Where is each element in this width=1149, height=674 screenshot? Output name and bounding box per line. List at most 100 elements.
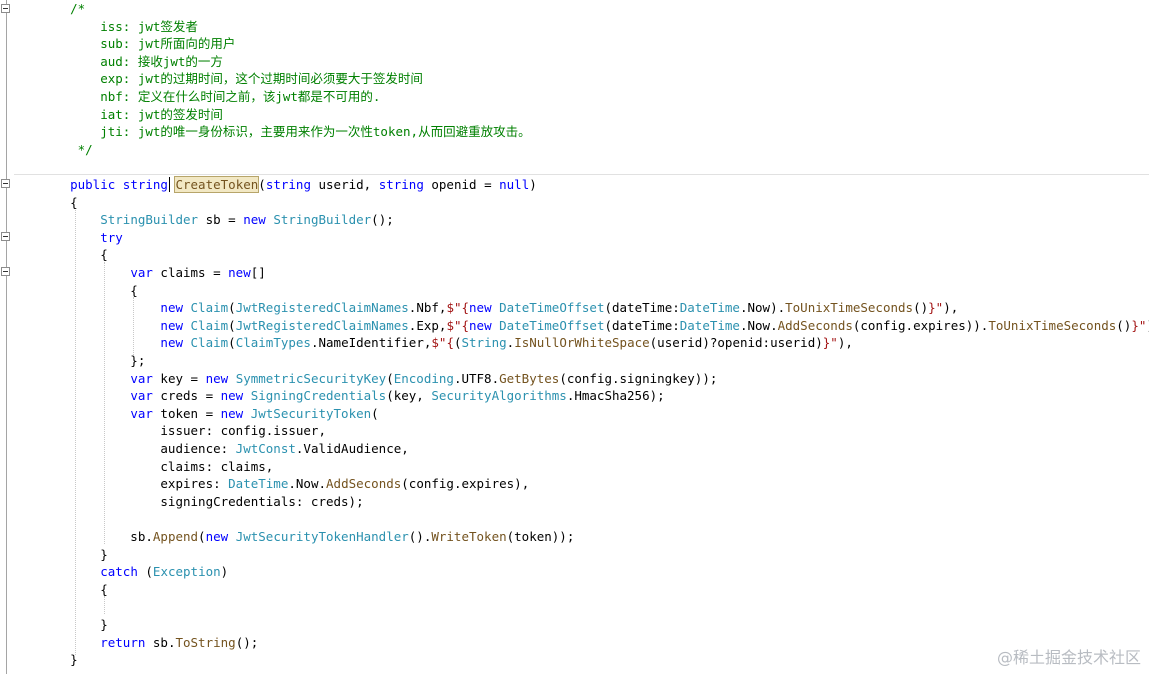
code-token: /* [40, 1, 86, 16]
code-token: string [122, 177, 168, 192]
watermark: @稀土掘金技术社区 [996, 648, 1141, 667]
code-line[interactable]: return sb.ToString(); [40, 634, 258, 652]
code-line[interactable]: { [40, 246, 108, 264]
fold-toggle-method[interactable] [1, 179, 10, 188]
code-line[interactable]: sub: jwt所面向的用户 [40, 35, 235, 53]
outline-gutter [0, 0, 14, 674]
code-token: claims: claims, [40, 458, 274, 474]
code-token: JwtRegisteredClaimNames [235, 300, 409, 316]
method-separator [14, 174, 1149, 175]
code-token: Encoding [393, 370, 454, 386]
code-token: expires: [40, 476, 229, 492]
code-line[interactable]: { [40, 194, 78, 212]
code-line[interactable]: var claims = new[] [40, 264, 265, 282]
code-token: (dateTime: [604, 300, 680, 316]
code-line[interactable]: } [40, 616, 108, 634]
code-token: ) [529, 177, 537, 192]
code-token: ToUnixTimeSeconds [785, 300, 914, 316]
collapse-line [6, 0, 7, 674]
code-line[interactable]: }; [40, 352, 145, 370]
code-token: StringBuilder [100, 212, 199, 228]
code-line[interactable]: iss: jwt签发者 [40, 18, 198, 36]
code-token: ( [371, 405, 379, 421]
code-token: $"{ [431, 335, 454, 351]
code-token: $"{ [446, 317, 470, 333]
code-token: new [228, 265, 251, 280]
code-token: openid = [423, 177, 500, 192]
code-line[interactable]: expires: DateTime.Now.AddSeconds(config.… [40, 475, 529, 493]
code-line[interactable]: signingCredentials: creds); [40, 493, 363, 511]
code-token: }" [822, 335, 838, 351]
code-line[interactable]: { [40, 282, 138, 300]
code-token: iss: jwt签发者 [40, 18, 198, 34]
code-editor[interactable]: /* iss: jwt签发者 sub: jwt所面向的用户 aud: 接收jwt… [0, 0, 1149, 674]
code-line[interactable]: exp: jwt的过期时间，这个过期时间必须要大于签发时间 [40, 70, 423, 88]
code-line[interactable]: catch (Exception) [40, 563, 228, 581]
code-token: .Now. [288, 476, 327, 492]
code-line[interactable]: new Claim(JwtRegisteredClaimNames.Exp,$"… [40, 317, 1149, 335]
code-token: aud: 接收jwt的一方 [40, 53, 223, 69]
code-line[interactable]: } [40, 651, 78, 669]
code-token: null [499, 177, 530, 192]
code-token: return [100, 634, 146, 650]
code-token: sb = [198, 212, 244, 228]
code-token: new [220, 388, 244, 404]
code-token: JwtRegisteredClaimNames [235, 317, 409, 333]
code-token: Claim [190, 317, 229, 333]
code-line[interactable]: } [40, 546, 108, 564]
code-line[interactable]: aud: 接收jwt的一方 [40, 53, 223, 71]
code-line[interactable]: nbf: 定义在什么时间之前，该jwt都是不可用的. [40, 88, 380, 106]
code-line[interactable]: audience: JwtConst.ValidAudience, [40, 440, 409, 458]
code-token: SigningCredentials [250, 388, 387, 404]
code-token: } [40, 652, 78, 668]
code-line[interactable]: jti: jwt的唯一身份标识，主要用来作为一次性token,从而回避重放攻击。 [40, 123, 530, 141]
code-token: }" [1131, 317, 1147, 333]
code-token: .Exp, [408, 317, 447, 333]
code-line[interactable]: issuer: config.issuer, [40, 422, 326, 440]
code-token: new [160, 317, 183, 333]
code-line[interactable]: sb.Append(new JwtSecurityTokenHandler().… [40, 528, 574, 546]
fold-toggle-claims[interactable] [1, 267, 10, 276]
code-line[interactable]: iat: jwt的签发时间 [40, 106, 223, 124]
code-token: JwtConst [235, 441, 296, 456]
code-line[interactable]: new Claim(ClaimTypes.NameIdentifier,$"{(… [40, 334, 852, 352]
code-token: new [220, 405, 244, 421]
code-token: (config.expires)). [852, 317, 989, 333]
code-line[interactable]: try [40, 229, 123, 247]
code-line[interactable]: public string CreateToken(string userid,… [40, 176, 537, 194]
code-line[interactable]: { [40, 581, 108, 599]
code-line[interactable]: new Claim(JwtRegisteredClaimNames.Nbf,$"… [40, 299, 958, 317]
code-token: DateTime [228, 476, 289, 492]
code-token: issuer: config.issuer, [40, 423, 326, 439]
code-token: ClaimTypes [235, 335, 311, 351]
code-token: .ValidAudience, [295, 441, 409, 456]
fold-toggle-try[interactable] [1, 232, 10, 241]
code-line[interactable]: var token = new JwtSecurityToken( [40, 405, 379, 423]
code-line[interactable]: */ [40, 141, 93, 159]
code-token: new [469, 317, 492, 333]
code-token: (). [408, 529, 432, 544]
code-token: ( [228, 300, 236, 316]
text-caret [169, 177, 170, 192]
fold-toggle-comment[interactable] [1, 4, 10, 13]
code-token: ( [228, 335, 236, 351]
code-token: String [461, 335, 507, 351]
code-token: new [205, 529, 229, 544]
code-token: iat: jwt的签发时间 [40, 106, 223, 122]
code-line[interactable]: /* [40, 0, 85, 18]
code-token: key = [152, 370, 206, 386]
code-line[interactable]: var key = new SymmetricSecurityKey(Encod… [40, 370, 717, 388]
code-line[interactable]: claims: claims, [40, 458, 273, 476]
code-line[interactable]: StringBuilder sb = new StringBuilder(); [40, 211, 394, 229]
code-token: new [160, 300, 183, 316]
code-token: (); [235, 634, 259, 650]
code-token: var [130, 405, 153, 421]
code-line[interactable]: var creds = new SigningCredentials(key, … [40, 387, 664, 405]
